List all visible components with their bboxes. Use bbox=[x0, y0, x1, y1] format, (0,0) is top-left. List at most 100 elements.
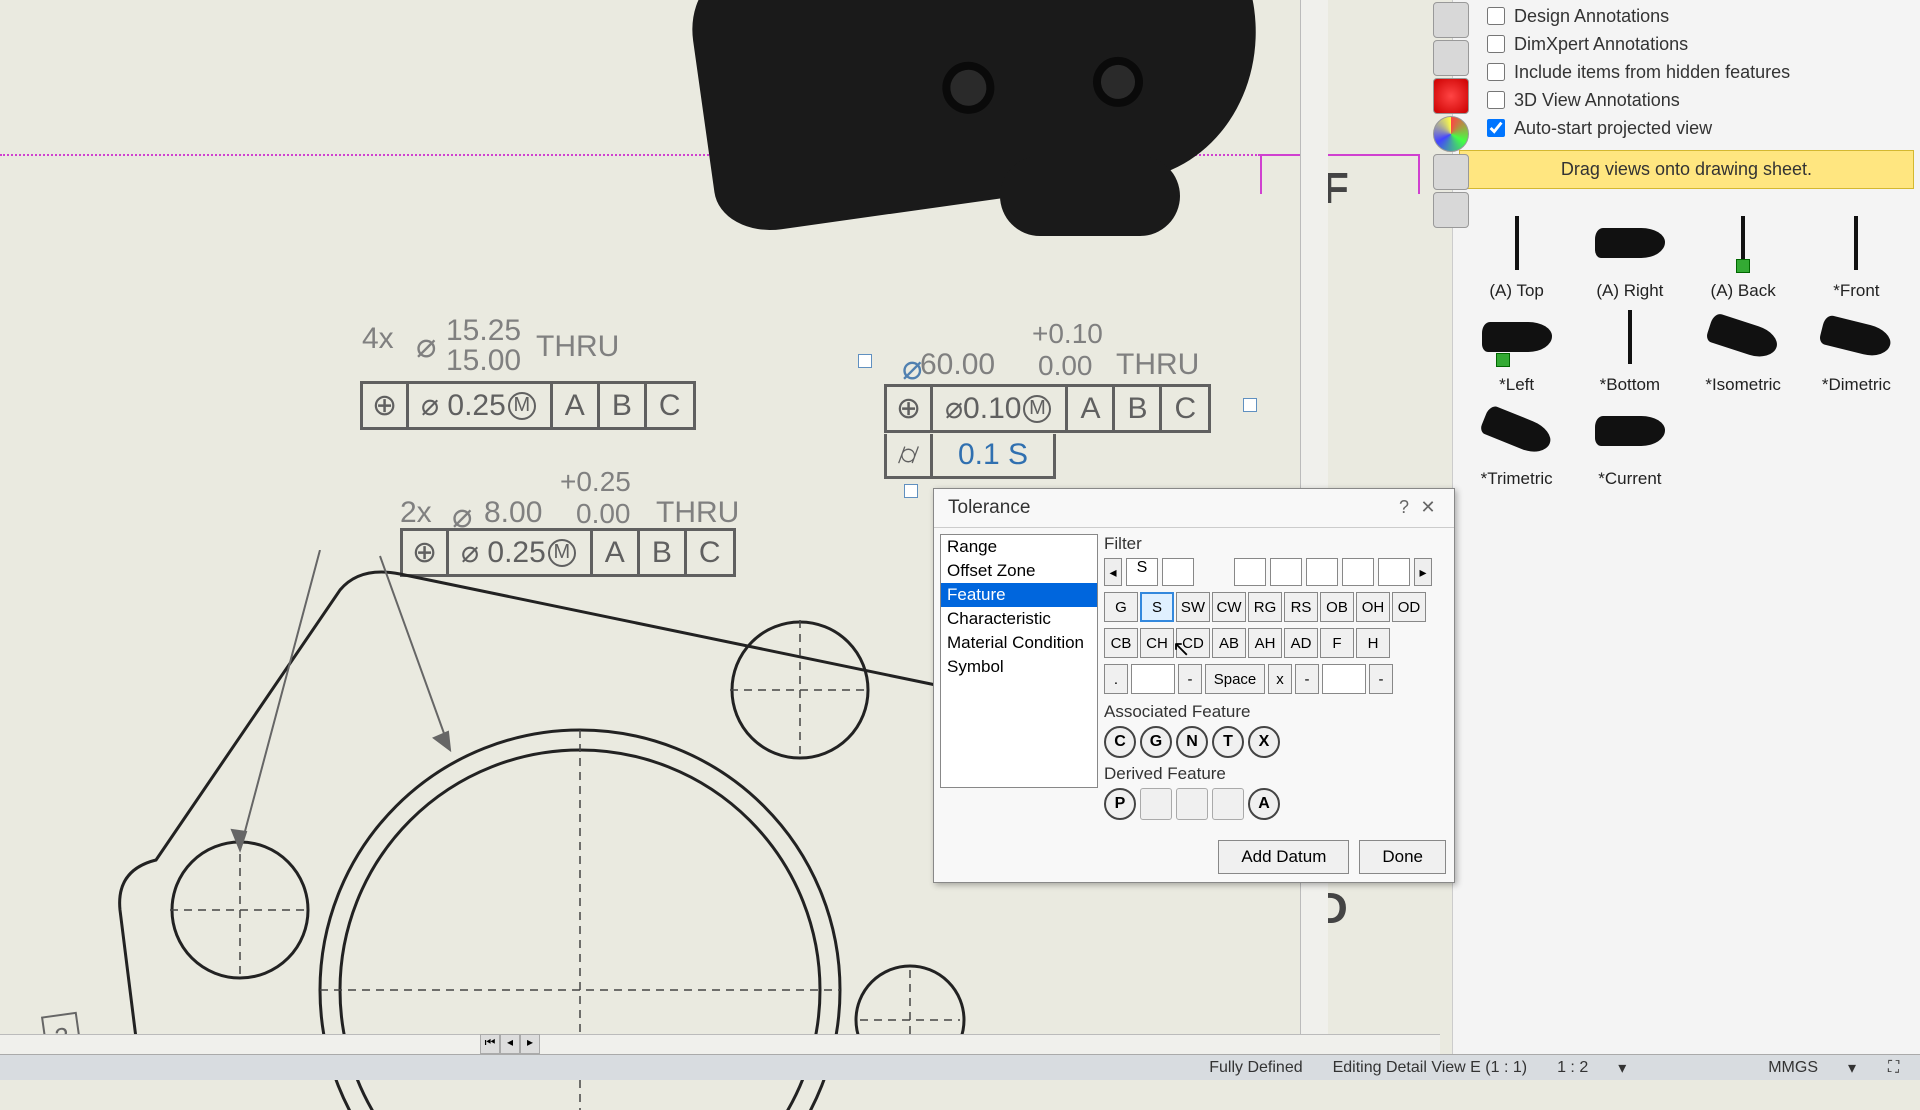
sheet-first-icon[interactable]: ⏮ bbox=[480, 1034, 500, 1054]
checkbox[interactable] bbox=[1487, 7, 1505, 25]
tab-forum-icon[interactable] bbox=[1433, 192, 1469, 228]
code-ad[interactable]: AD bbox=[1284, 628, 1318, 658]
view-dimetric[interactable]: *Dimetric bbox=[1803, 307, 1910, 395]
fcf-edit-handle[interactable] bbox=[1243, 398, 1257, 412]
tab-appearances-icon[interactable] bbox=[1433, 116, 1469, 152]
assoc-n[interactable]: N bbox=[1176, 726, 1208, 758]
check-3d-view-annotations[interactable]: 3D View Annotations bbox=[1453, 86, 1920, 114]
view-left[interactable]: *Left bbox=[1463, 307, 1570, 395]
add-datum-button[interactable]: Add Datum bbox=[1218, 840, 1349, 874]
assoc-g[interactable]: G bbox=[1140, 726, 1172, 758]
fcf-1[interactable]: ⊕ ⌀ 0.25M A B C bbox=[360, 381, 696, 430]
derived-blank-1[interactable] bbox=[1140, 788, 1172, 820]
checkbox[interactable] bbox=[1487, 91, 1505, 109]
view-current[interactable]: *Current bbox=[1576, 401, 1683, 489]
code-cw[interactable]: CW bbox=[1212, 592, 1246, 622]
status-units-dropdown-icon[interactable]: ▾ bbox=[1848, 1058, 1858, 1078]
check-hidden-features[interactable]: Include items from hidden features bbox=[1453, 58, 1920, 86]
dialog-titlebar[interactable]: Tolerance ? ✕ bbox=[934, 489, 1454, 528]
assoc-t[interactable]: T bbox=[1212, 726, 1244, 758]
list-item-feature[interactable]: Feature bbox=[941, 583, 1097, 607]
code-f[interactable]: F bbox=[1320, 628, 1354, 658]
tab-file-explorer-icon[interactable] bbox=[1433, 40, 1469, 76]
status-scale[interactable]: 1 : 2 bbox=[1557, 1059, 1588, 1077]
filter-prev-button[interactable]: ◂ bbox=[1104, 558, 1122, 586]
code-s[interactable]: S bbox=[1140, 592, 1174, 622]
sheet-prev-icon[interactable]: ◂ bbox=[500, 1034, 520, 1054]
sep-dash-1[interactable]: - bbox=[1178, 664, 1202, 694]
filter-slot-6[interactable] bbox=[1342, 558, 1374, 586]
status-dropdown-icon[interactable]: ▾ bbox=[1618, 1058, 1628, 1078]
sep-dash-2[interactable]: - bbox=[1295, 664, 1319, 694]
fcf-edit-handle-2[interactable] bbox=[904, 484, 918, 498]
view-isometric[interactable]: *Isometric bbox=[1690, 307, 1797, 395]
code-rs[interactable]: RS bbox=[1284, 592, 1318, 622]
code-cd[interactable]: CD bbox=[1176, 628, 1210, 658]
status-maximize-icon[interactable]: ⛶ bbox=[1888, 1059, 1908, 1077]
list-item-material-condition[interactable]: Material Condition bbox=[941, 631, 1097, 655]
list-item-symbol[interactable]: Symbol bbox=[941, 655, 1097, 679]
code-od[interactable]: OD bbox=[1392, 592, 1426, 622]
check-dimxpert-annotations[interactable]: DimXpert Annotations bbox=[1453, 30, 1920, 58]
category-list[interactable]: Range Offset Zone Feature Characteristic… bbox=[940, 534, 1098, 788]
checkbox[interactable] bbox=[1487, 119, 1505, 137]
assoc-c[interactable]: C bbox=[1104, 726, 1136, 758]
derived-blank-3[interactable] bbox=[1212, 788, 1244, 820]
sheet-next-icon[interactable]: ▸ bbox=[520, 1034, 540, 1054]
checkbox[interactable] bbox=[1487, 63, 1505, 81]
sheet-nav[interactable]: ⏮ ◂ ▸ bbox=[480, 1034, 540, 1054]
list-item-characteristic[interactable]: Characteristic bbox=[941, 607, 1097, 631]
filter-next-button[interactable]: ▸ bbox=[1414, 558, 1432, 586]
check-autostart-projected[interactable]: Auto-start projected view bbox=[1453, 114, 1920, 142]
fcf4-tol[interactable]: 0.1 S bbox=[933, 434, 1053, 476]
code-h[interactable]: H bbox=[1356, 628, 1390, 658]
view-front[interactable]: *Front bbox=[1803, 213, 1910, 301]
filter-slot-4[interactable] bbox=[1270, 558, 1302, 586]
sep-dot[interactable]: . bbox=[1104, 664, 1128, 694]
code-ob[interactable]: OB bbox=[1320, 592, 1354, 622]
list-item-range[interactable]: Range bbox=[941, 535, 1097, 559]
code-ch[interactable]: CH bbox=[1140, 628, 1174, 658]
fcf3-tol: ⌀0.10M bbox=[933, 387, 1068, 430]
code-ah[interactable]: AH bbox=[1248, 628, 1282, 658]
tab-design-library-icon[interactable] bbox=[1433, 2, 1469, 38]
derived-blank-2[interactable] bbox=[1176, 788, 1208, 820]
done-button[interactable]: Done bbox=[1359, 840, 1446, 874]
close-button[interactable]: ✕ bbox=[1416, 497, 1440, 519]
view-right[interactable]: (A) Right bbox=[1576, 213, 1683, 301]
derived-p[interactable]: P bbox=[1104, 788, 1136, 820]
code-sw[interactable]: SW bbox=[1176, 592, 1210, 622]
sep-dash-3[interactable]: - bbox=[1369, 664, 1393, 694]
view-top[interactable]: (A) Top bbox=[1463, 213, 1570, 301]
sep-space[interactable]: Space bbox=[1205, 664, 1265, 694]
filter-slot-5[interactable] bbox=[1306, 558, 1338, 586]
derived-a[interactable]: A bbox=[1248, 788, 1280, 820]
help-button[interactable]: ? bbox=[1392, 497, 1416, 519]
code-ab[interactable]: AB bbox=[1212, 628, 1246, 658]
dim-edit-handle[interactable] bbox=[858, 354, 872, 368]
sep-x[interactable]: x bbox=[1268, 664, 1292, 694]
check-design-annotations[interactable]: Design Annotations bbox=[1453, 2, 1920, 30]
view-trimetric[interactable]: *Trimetric bbox=[1463, 401, 1570, 489]
code-oh[interactable]: OH bbox=[1356, 592, 1390, 622]
list-item-offset-zone[interactable]: Offset Zone bbox=[941, 559, 1097, 583]
checkbox[interactable] bbox=[1487, 35, 1505, 53]
tab-custom-props-icon[interactable] bbox=[1433, 154, 1469, 190]
code-cb[interactable]: CB bbox=[1104, 628, 1138, 658]
tab-view-palette-icon[interactable] bbox=[1433, 78, 1469, 114]
filter-slot-7[interactable] bbox=[1378, 558, 1410, 586]
filter-slot-2[interactable] bbox=[1162, 558, 1194, 586]
view-bottom[interactable]: *Bottom bbox=[1576, 307, 1683, 395]
filter-slot-1[interactable]: S bbox=[1126, 558, 1158, 586]
status-units[interactable]: MMGS bbox=[1768, 1059, 1818, 1077]
filter-slot-3[interactable] bbox=[1234, 558, 1266, 586]
fcf-4[interactable]: ⌭ 0.1 S bbox=[884, 434, 1056, 479]
code-g[interactable]: G bbox=[1104, 592, 1138, 622]
sep-input-2[interactable] bbox=[1322, 664, 1366, 694]
assoc-x[interactable]: X bbox=[1248, 726, 1280, 758]
code-rg[interactable]: RG bbox=[1248, 592, 1282, 622]
sep-input-1[interactable] bbox=[1131, 664, 1175, 694]
fcf-3[interactable]: ⊕ ⌀0.10M A B C bbox=[884, 384, 1211, 433]
view-back[interactable]: (A) Back bbox=[1690, 213, 1797, 301]
task-pane-tabs[interactable] bbox=[1433, 0, 1473, 230]
